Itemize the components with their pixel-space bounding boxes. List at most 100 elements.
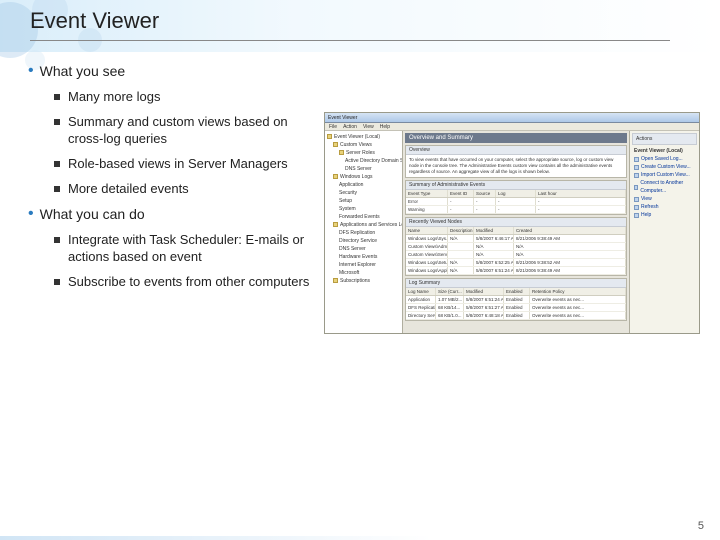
square-bullet — [54, 94, 60, 100]
tree-node[interactable]: Active Directory Domain Services — [327, 158, 400, 165]
tree-node[interactable]: Directory Service — [327, 238, 400, 245]
section-heading-do: • What you can do — [26, 205, 316, 223]
folder-icon — [333, 174, 338, 179]
footer-decoration — [0, 536, 720, 540]
title-underline — [30, 40, 670, 41]
list-item: Summary and custom views based on cross-… — [54, 113, 316, 147]
square-bullet — [54, 237, 60, 243]
logsum-table-head: Log Name Size (Curr... Modified Enabled … — [406, 288, 626, 296]
tree-node[interactable]: Subscriptions — [327, 278, 400, 285]
tree-node[interactable]: Internet Explorer — [327, 262, 400, 269]
action-import-custom-view[interactable]: Import Custom View... — [632, 171, 697, 179]
recent-head[interactable]: Recently Viewed Nodes — [406, 218, 626, 227]
tree-node[interactable]: Server Roles — [327, 150, 400, 157]
tree-node[interactable]: DNS Server — [327, 246, 400, 253]
page-number: 5 — [698, 520, 704, 532]
chevron-right-icon — [634, 197, 639, 202]
overview-head[interactable]: Overview — [406, 146, 626, 155]
menu-view[interactable]: View — [363, 124, 374, 130]
view-icon — [634, 165, 639, 170]
table-row[interactable]: DFS Replication68 KB/14...5/8/2007 6:51:… — [406, 304, 626, 312]
section-heading-see: • What you see — [26, 62, 316, 80]
menu-help[interactable]: Help — [380, 124, 390, 130]
tree-node[interactable]: Application — [327, 182, 400, 189]
table-row[interactable]: Warning---- — [406, 206, 626, 214]
folder-icon — [333, 278, 338, 283]
tree-node[interactable]: Forwarded Events — [327, 214, 400, 221]
menubar[interactable]: File Action View Help — [325, 123, 699, 131]
import-icon — [634, 173, 639, 178]
action-help[interactable]: Help — [632, 211, 697, 219]
tree-node[interactable]: DNS Server — [327, 166, 400, 173]
list-item: Role-based views in Server Managers — [54, 155, 316, 172]
summary-table-head: Event Type Event ID Source Log Last hour — [406, 190, 626, 198]
tree-node[interactable]: Setup — [327, 198, 400, 205]
table-row[interactable]: Error---- — [406, 198, 626, 206]
slide-title: Event Viewer — [30, 8, 159, 34]
window-titlebar[interactable]: Event Viewer — [325, 113, 699, 123]
tree-node[interactable]: Microsoft — [327, 270, 400, 277]
list-item: Many more logs — [54, 88, 316, 105]
action-create-custom-view[interactable]: Create Custom View... — [632, 163, 697, 171]
event-viewer-window: Event Viewer File Action View Help Event… — [324, 112, 700, 334]
overview-text: To view events that have occurred on you… — [406, 155, 626, 177]
list-item-text: Role-based views in Server Managers — [68, 155, 288, 172]
table-row[interactable]: Custom Views\Server Ro...N/AN/A — [406, 251, 626, 259]
folder-icon — [333, 142, 338, 147]
tree-node[interactable]: Security — [327, 190, 400, 197]
actions-head: Actions — [632, 133, 697, 145]
list-item: Subscribe to events from other computers — [54, 273, 316, 290]
log-icon — [634, 157, 639, 162]
refresh-icon — [634, 205, 639, 210]
tree-node[interactable]: DFS Replication — [327, 230, 400, 237]
action-connect-computer[interactable]: Connect to Another Computer... — [632, 179, 697, 195]
summary-head[interactable]: Summary of Administrative Events — [406, 181, 626, 190]
section-heading-text: What you see — [40, 62, 126, 80]
actions-panel: Actions Event Viewer (Local) Open Saved … — [629, 131, 699, 333]
actions-subhead: Event Viewer (Local) — [632, 147, 697, 155]
main-panel: Overview and Summary Overview To view ev… — [403, 131, 629, 333]
table-row[interactable]: Windows Logs\Applic...N/A5/8/2007 6:51:2… — [406, 267, 626, 275]
tree-node[interactable]: System — [327, 206, 400, 213]
table-row[interactable]: Windows Logs\Sys...N/A5/8/2007 6:46:17 A… — [406, 235, 626, 243]
nav-tree[interactable]: Event Viewer (Local) Custom Views Server… — [325, 131, 403, 333]
menu-action[interactable]: Action — [343, 124, 357, 130]
main-panel-title: Overview and Summary — [405, 133, 627, 143]
table-row[interactable]: Directory Service68 KB/1.0...5/8/2007 6:… — [406, 312, 626, 320]
list-item-text: Many more logs — [68, 88, 160, 105]
logsum-head[interactable]: Log Summary — [406, 279, 626, 288]
table-row[interactable]: Custom Views\Admin...N/AN/A — [406, 243, 626, 251]
computer-icon — [634, 185, 638, 190]
action-view[interactable]: View — [632, 195, 697, 203]
tree-node[interactable]: Windows Logs — [327, 174, 400, 181]
window-body: Event Viewer (Local) Custom Views Server… — [325, 131, 699, 333]
list-item-text: Summary and custom views based on cross-… — [68, 113, 316, 147]
overview-section: Overview To view events that have occurr… — [405, 145, 627, 178]
recent-section: Recently Viewed Nodes Name Description M… — [405, 217, 627, 276]
folder-icon — [327, 134, 332, 139]
tree-node[interactable]: Custom Views — [327, 142, 400, 149]
bullet-dot: • — [28, 62, 34, 80]
list-item-text: Integrate with Task Scheduler: E-mails o… — [68, 231, 316, 265]
tree-node[interactable]: Hardware Events — [327, 254, 400, 261]
action-open-saved-log[interactable]: Open Saved Log... — [632, 155, 697, 163]
action-refresh[interactable]: Refresh — [632, 203, 697, 211]
list-item-text: Subscribe to events from other computers — [68, 273, 309, 290]
menu-file[interactable]: File — [329, 124, 337, 130]
section-heading-text: What you can do — [40, 205, 145, 223]
tree-node[interactable]: Applications and Services Logs — [327, 222, 400, 229]
table-row[interactable]: Windows Logs\SetupN/A5/8/2007 6:52:25 AM… — [406, 259, 626, 267]
list-item: Integrate with Task Scheduler: E-mails o… — [54, 231, 316, 265]
logsum-section: Log Summary Log Name Size (Curr... Modif… — [405, 278, 627, 321]
bullet-dot: • — [28, 205, 34, 223]
table-row[interactable]: Application1.07 MB/2...5/8/2007 6:51:24 … — [406, 296, 626, 304]
folder-icon — [333, 222, 338, 227]
tree-node[interactable]: Event Viewer (Local) — [327, 134, 400, 141]
summary-section: Summary of Administrative Events Event T… — [405, 180, 627, 215]
square-bullet — [54, 279, 60, 285]
help-icon — [634, 213, 639, 218]
list-item-text: More detailed events — [68, 180, 189, 197]
list-item: More detailed events — [54, 180, 316, 197]
folder-icon — [339, 150, 344, 155]
recent-table-head: Name Description Modified Created — [406, 227, 626, 235]
